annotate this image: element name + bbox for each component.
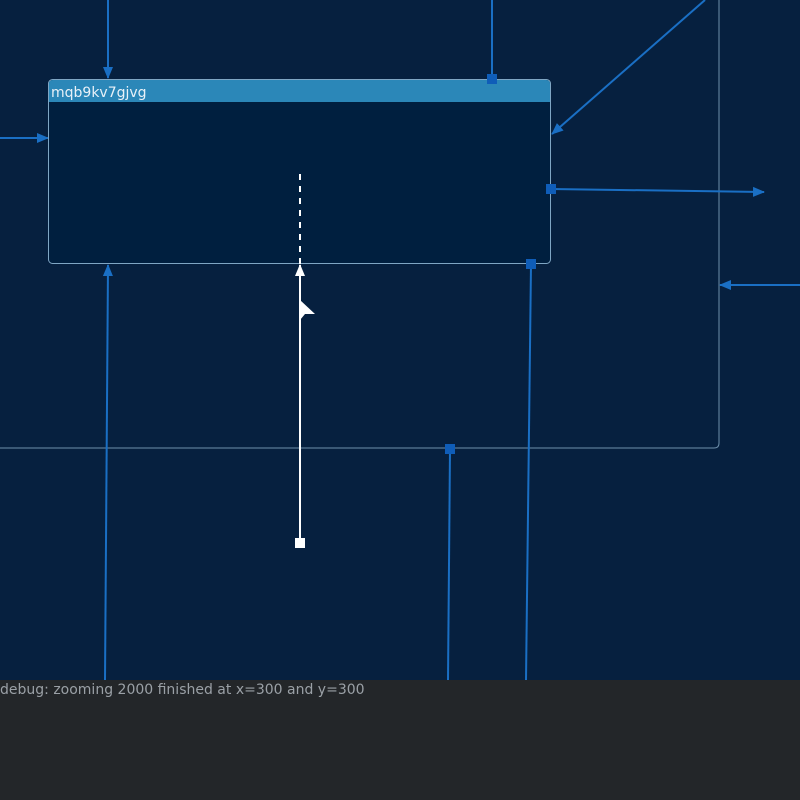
active-edge-source-port[interactable] xyxy=(295,538,305,548)
port-group-bottom[interactable] xyxy=(445,444,455,454)
diagram-canvas[interactable]: mqb9kv7gjvg xyxy=(0,0,800,680)
port-top[interactable] xyxy=(487,74,497,84)
node-title: mqb9kv7gjvg xyxy=(51,85,147,101)
edge-bottom-port-down[interactable] xyxy=(525,263,532,680)
edge-group-port-down[interactable] xyxy=(447,448,451,680)
mouse-cursor-icon xyxy=(300,300,315,320)
edge-diagonal-into-node[interactable] xyxy=(551,0,706,135)
edge-bottom-into-node[interactable] xyxy=(102,264,113,680)
debug-panel: debug: zooming 2000 finished at x=300 an… xyxy=(0,680,800,800)
edge-right-port-out[interactable] xyxy=(550,186,765,197)
port-bottom[interactable] xyxy=(526,259,536,269)
debug-message: debug: zooming 2000 finished at x=300 an… xyxy=(0,682,365,698)
diagram-svg: mqb9kv7gjvg xyxy=(0,0,800,680)
port-right[interactable] xyxy=(546,184,556,194)
